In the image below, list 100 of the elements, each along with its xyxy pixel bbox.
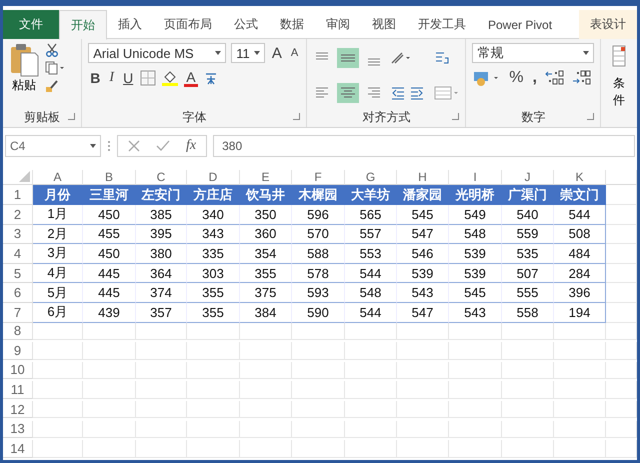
grid-cell[interactable] bbox=[83, 420, 136, 438]
bold-button[interactable]: B bbox=[88, 70, 102, 86]
grid-cell[interactable] bbox=[345, 322, 397, 340]
comma-button[interactable]: , bbox=[530, 69, 539, 87]
grid-cell[interactable] bbox=[136, 362, 187, 380]
grid-cell[interactable] bbox=[606, 420, 637, 438]
row-header[interactable]: 2 bbox=[3, 205, 33, 225]
grid-cell[interactable] bbox=[606, 224, 637, 244]
grid-cell[interactable] bbox=[292, 381, 345, 399]
column-header[interactable]: K bbox=[554, 170, 606, 185]
grid-cell[interactable] bbox=[83, 362, 136, 380]
row-header[interactable]: 8 bbox=[3, 322, 33, 340]
dialog-launcher-icon[interactable] bbox=[293, 113, 300, 120]
grid-cell[interactable] bbox=[554, 322, 606, 340]
ribbon-tab[interactable]: 数据 bbox=[269, 10, 315, 39]
row-header[interactable]: 10 bbox=[3, 362, 33, 380]
column-header[interactable]: F bbox=[292, 170, 345, 185]
grid-cell[interactable] bbox=[397, 440, 449, 458]
decrease-decimal-icon[interactable] bbox=[570, 69, 593, 87]
grid-cell[interactable] bbox=[554, 400, 606, 418]
grid-cell[interactable] bbox=[397, 322, 449, 340]
grid-cell[interactable] bbox=[187, 362, 240, 380]
grid-cell[interactable] bbox=[33, 420, 83, 438]
format-painter-icon[interactable] bbox=[45, 79, 59, 93]
grid-cell[interactable] bbox=[606, 400, 637, 418]
grid-cell[interactable] bbox=[554, 440, 606, 458]
grid-cell[interactable] bbox=[345, 362, 397, 380]
column-header[interactable]: C bbox=[136, 170, 187, 185]
grid-cell[interactable] bbox=[502, 381, 554, 399]
grid-cell[interactable] bbox=[292, 322, 345, 340]
ribbon-tab[interactable]: 插入 bbox=[107, 10, 153, 39]
grid-cell[interactable] bbox=[397, 381, 449, 399]
grid-cell[interactable] bbox=[187, 400, 240, 418]
grid-cell[interactable] bbox=[606, 244, 637, 264]
grid-cell[interactable] bbox=[292, 362, 345, 380]
row-header[interactable]: 11 bbox=[3, 381, 33, 399]
merge-cells-icon[interactable] bbox=[433, 84, 460, 102]
percent-button[interactable]: % bbox=[507, 69, 526, 87]
formula-field[interactable]: 380 bbox=[213, 135, 635, 157]
row-header[interactable]: 5 bbox=[3, 264, 33, 284]
grid-cell[interactable] bbox=[606, 283, 637, 303]
grid-cell[interactable] bbox=[292, 420, 345, 438]
grow-font-button[interactable]: A bbox=[270, 44, 284, 62]
grid-cell[interactable] bbox=[502, 322, 554, 340]
row-header[interactable]: 1 bbox=[3, 185, 33, 205]
grid-cell[interactable] bbox=[33, 362, 83, 380]
font-name-field[interactable]: Arial Unicode MS bbox=[88, 43, 226, 63]
column-header[interactable]: A bbox=[33, 170, 83, 185]
grid-cell[interactable] bbox=[554, 362, 606, 380]
border-icon[interactable] bbox=[140, 70, 156, 86]
grid-cell[interactable] bbox=[240, 362, 292, 380]
grid-cell[interactable] bbox=[187, 381, 240, 399]
grid-cell[interactable] bbox=[554, 420, 606, 438]
dialog-launcher-icon[interactable] bbox=[68, 113, 76, 120]
grid-cell[interactable] bbox=[83, 342, 136, 360]
grid-cell[interactable] bbox=[33, 322, 83, 340]
shrink-font-button[interactable]: A bbox=[288, 47, 300, 59]
grid-cell[interactable] bbox=[606, 264, 637, 284]
grid-cell[interactable] bbox=[345, 381, 397, 399]
fill-color-icon[interactable] bbox=[161, 69, 180, 87]
grid-cell[interactable] bbox=[240, 420, 292, 438]
grid-cell[interactable] bbox=[397, 342, 449, 360]
grid-cell[interactable] bbox=[187, 342, 240, 360]
grid-cell[interactable] bbox=[502, 400, 554, 418]
grid-cell[interactable] bbox=[449, 440, 502, 458]
grid-cell[interactable] bbox=[83, 440, 136, 458]
column-header[interactable]: G bbox=[345, 170, 397, 185]
cancel-icon[interactable] bbox=[128, 140, 140, 152]
grid-cell[interactable] bbox=[240, 381, 292, 399]
check-icon[interactable] bbox=[156, 140, 170, 152]
grid-cell[interactable] bbox=[136, 322, 187, 340]
grid-cell[interactable] bbox=[502, 420, 554, 438]
column-header[interactable]: J bbox=[502, 170, 554, 185]
ribbon-tab[interactable]: 表设计 bbox=[579, 10, 637, 39]
grid-cell[interactable] bbox=[187, 322, 240, 340]
conditional-format-button[interactable]: 条件 bbox=[601, 39, 637, 127]
row-header[interactable]: 9 bbox=[3, 342, 33, 360]
increase-decimal-icon[interactable] bbox=[544, 69, 566, 87]
grid-cell[interactable] bbox=[554, 342, 606, 360]
grid-cell[interactable] bbox=[83, 322, 136, 340]
grid-cell[interactable] bbox=[33, 400, 83, 418]
font-color-button[interactable]: A bbox=[184, 70, 198, 86]
align-center-icon[interactable] bbox=[337, 82, 360, 102]
row-header[interactable]: 7 bbox=[3, 302, 33, 323]
grid-cell[interactable] bbox=[83, 381, 136, 399]
grid-cell[interactable] bbox=[33, 381, 83, 399]
grid-cell[interactable] bbox=[292, 342, 345, 360]
column-header[interactable]: E bbox=[240, 170, 292, 185]
insert-function-button[interactable]: fx bbox=[186, 138, 196, 154]
ribbon-tab[interactable]: Power Pivot bbox=[477, 10, 564, 39]
column-header[interactable] bbox=[606, 170, 637, 185]
grid-cell[interactable] bbox=[187, 420, 240, 438]
ribbon-tab[interactable]: 开发工具 bbox=[407, 10, 477, 39]
ribbon-tab[interactable]: 公式 bbox=[223, 10, 269, 39]
grid-cell[interactable] bbox=[240, 400, 292, 418]
dialog-launcher-icon[interactable] bbox=[587, 113, 594, 120]
grid-cell[interactable] bbox=[240, 440, 292, 458]
grid-cell[interactable] bbox=[449, 322, 502, 340]
cut-icon[interactable] bbox=[45, 43, 59, 57]
ribbon-tab[interactable]: 文件 bbox=[3, 10, 59, 39]
